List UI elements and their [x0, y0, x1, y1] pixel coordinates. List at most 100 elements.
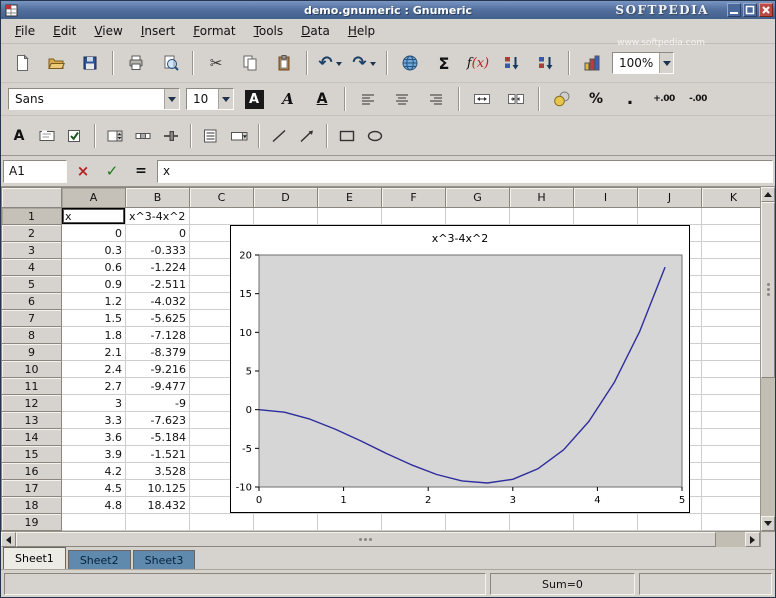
- menu-help[interactable]: Help: [339, 21, 384, 41]
- center-across-selection-button[interactable]: [468, 86, 496, 113]
- cell-B19[interactable]: [126, 514, 190, 531]
- cell-A13[interactable]: 3.3: [62, 412, 126, 429]
- cell-B4[interactable]: -1.224: [126, 259, 190, 276]
- cell-I19[interactable]: [574, 514, 638, 531]
- autosum-button[interactable]: Σ: [430, 50, 458, 77]
- menu-view[interactable]: View: [85, 21, 131, 41]
- tab-sheet2[interactable]: Sheet2: [68, 550, 131, 569]
- sort-descending-button[interactable]: [532, 50, 560, 77]
- horizontal-scrollbar[interactable]: [1, 531, 775, 547]
- cell-B1[interactable]: x^3-4x^2: [126, 208, 190, 225]
- insert-function-button[interactable]: f(x): [464, 50, 492, 77]
- row-header-17[interactable]: 17: [2, 480, 62, 497]
- embedded-chart[interactable]: x^3-4x^2-10-505101520012345: [230, 225, 690, 513]
- column-header-J[interactable]: J: [638, 188, 702, 208]
- cell-K9[interactable]: [702, 344, 766, 361]
- cell-E19[interactable]: [318, 514, 382, 531]
- select-all-corner[interactable]: [2, 188, 62, 208]
- cell-reference-box[interactable]: A1: [3, 160, 67, 183]
- decrease-decimals-button[interactable]: -.00: [684, 86, 712, 113]
- accept-button[interactable]: ✓: [99, 159, 125, 183]
- cell-B10[interactable]: -9.216: [126, 361, 190, 378]
- insert-list-button[interactable]: [199, 122, 223, 149]
- menu-file[interactable]: File: [6, 21, 44, 41]
- insert-combobox-button[interactable]: [227, 122, 251, 149]
- cell-B8[interactable]: -7.128: [126, 327, 190, 344]
- cell-K17[interactable]: [702, 480, 766, 497]
- cell-B12[interactable]: -9: [126, 395, 190, 412]
- row-header-19[interactable]: 19: [2, 514, 62, 531]
- hyperlink-button[interactable]: [396, 50, 424, 77]
- cell-F1[interactable]: [382, 208, 446, 225]
- new-file-button[interactable]: [8, 50, 36, 77]
- row-header-6[interactable]: 6: [2, 293, 62, 310]
- menu-insert[interactable]: Insert: [132, 21, 184, 41]
- cell-K12[interactable]: [702, 395, 766, 412]
- column-header-G[interactable]: G: [446, 188, 510, 208]
- cell-K4[interactable]: [702, 259, 766, 276]
- cell-K1[interactable]: [702, 208, 766, 225]
- scroll-left-button[interactable]: [1, 532, 16, 547]
- cell-C19[interactable]: [190, 514, 254, 531]
- align-center-button[interactable]: [388, 86, 416, 113]
- column-header-A[interactable]: A: [62, 188, 126, 208]
- cell-H19[interactable]: [510, 514, 574, 531]
- titlebar[interactable]: demo.gnumeric : Gnumeric SOFTPEDIA: [1, 1, 775, 19]
- menu-data[interactable]: Data: [292, 21, 339, 41]
- font-name-combobox[interactable]: Sans: [8, 88, 180, 110]
- cell-A6[interactable]: 1.2: [62, 293, 126, 310]
- row-header-11[interactable]: 11: [2, 378, 62, 395]
- open-file-button[interactable]: [42, 50, 70, 77]
- row-header-15[interactable]: 15: [2, 446, 62, 463]
- cell-B7[interactable]: -5.625: [126, 310, 190, 327]
- cell-K14[interactable]: [702, 429, 766, 446]
- row-header-7[interactable]: 7: [2, 310, 62, 327]
- cell-A15[interactable]: 3.9: [62, 446, 126, 463]
- cell-E1[interactable]: [318, 208, 382, 225]
- cell-J19[interactable]: [638, 514, 702, 531]
- underline-button[interactable]: A: [308, 86, 336, 113]
- cell-A1[interactable]: x: [62, 208, 126, 225]
- cell-K11[interactable]: [702, 378, 766, 395]
- font-name-dropdown-button[interactable]: [164, 89, 179, 109]
- cell-A11[interactable]: 2.7: [62, 378, 126, 395]
- row-header-4[interactable]: 4: [2, 259, 62, 276]
- cell-K16[interactable]: [702, 463, 766, 480]
- menu-tools[interactable]: Tools: [245, 21, 293, 41]
- maximize-button[interactable]: [743, 3, 757, 17]
- draw-arrow-button[interactable]: [295, 122, 319, 149]
- sort-ascending-button[interactable]: [498, 50, 526, 77]
- cell-A5[interactable]: 0.9: [62, 276, 126, 293]
- redo-button[interactable]: ↷: [350, 50, 378, 77]
- cell-A14[interactable]: 3.6: [62, 429, 126, 446]
- font-size-combobox[interactable]: 10: [186, 88, 234, 110]
- cell-K3[interactable]: [702, 242, 766, 259]
- cell-K15[interactable]: [702, 446, 766, 463]
- print-preview-button[interactable]: [156, 50, 184, 77]
- vertical-scrollbar[interactable]: [760, 187, 775, 531]
- cell-A8[interactable]: 1.8: [62, 327, 126, 344]
- scroll-up-button[interactable]: [761, 187, 775, 202]
- close-button[interactable]: [759, 3, 773, 17]
- cell-A18[interactable]: 4.8: [62, 497, 126, 514]
- cell-D1[interactable]: [254, 208, 318, 225]
- cell-G19[interactable]: [446, 514, 510, 531]
- insert-chart-button[interactable]: [578, 50, 606, 77]
- cell-B13[interactable]: -7.623: [126, 412, 190, 429]
- zoom-dropdown-button[interactable]: [659, 53, 673, 73]
- draw-ellipse-button[interactable]: [363, 122, 387, 149]
- minimize-button[interactable]: [727, 3, 741, 17]
- cell-B5[interactable]: -2.511: [126, 276, 190, 293]
- formula-entry[interactable]: x: [157, 160, 773, 183]
- cell-B16[interactable]: 3.528: [126, 463, 190, 480]
- cell-A2[interactable]: 0: [62, 225, 126, 242]
- cell-I1[interactable]: [574, 208, 638, 225]
- format-money-button[interactable]: [548, 86, 576, 113]
- font-size-dropdown-button[interactable]: [218, 89, 233, 109]
- cell-A9[interactable]: 2.1: [62, 344, 126, 361]
- menu-format[interactable]: Format: [184, 21, 244, 41]
- insert-scrollbar-button[interactable]: [131, 122, 155, 149]
- zoom-combobox[interactable]: 100%: [612, 52, 674, 74]
- save-button[interactable]: [76, 50, 104, 77]
- row-header-3[interactable]: 3: [2, 242, 62, 259]
